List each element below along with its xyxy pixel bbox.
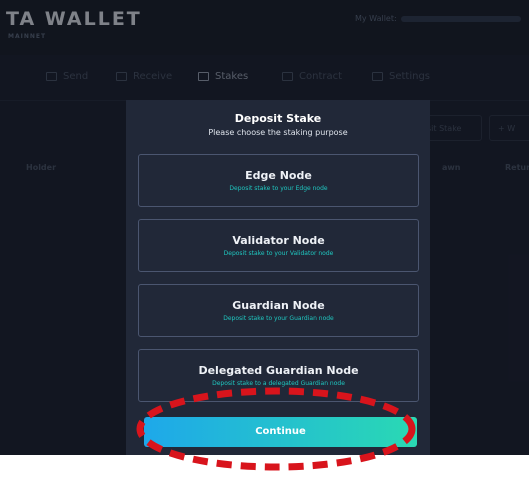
option-description: Deposit stake to a delegated Guardian no… (212, 380, 345, 387)
modal-title: Deposit Stake (234, 112, 322, 125)
option-description: Deposit stake to your Validator node (223, 250, 334, 257)
option-title: Validator Node (232, 234, 325, 247)
modal-subtitle: Please choose the staking purpose (208, 128, 348, 137)
option-guardian-node[interactable]: Guardian Node Deposit stake to your Guar… (138, 284, 419, 337)
deposit-stake-modal: Deposit Stake Please choose the staking … (126, 100, 430, 455)
option-title: Edge Node (245, 169, 312, 182)
option-title: Guardian Node (232, 299, 325, 312)
option-description: Deposit stake to your Edge node (229, 185, 328, 192)
continue-button[interactable]: Continue (144, 417, 417, 447)
option-delegated-guardian-node[interactable]: Delegated Guardian Node Deposit stake to… (138, 349, 419, 402)
option-description: Deposit stake to your Guardian node (223, 315, 334, 322)
option-edge-node[interactable]: Edge Node Deposit stake to your Edge nod… (138, 154, 419, 207)
option-title: Delegated Guardian Node (198, 364, 359, 377)
option-validator-node[interactable]: Validator Node Deposit stake to your Val… (138, 219, 419, 272)
wallet-app: TA WALLET MAINNET My Wallet: Send Receiv… (0, 0, 529, 455)
